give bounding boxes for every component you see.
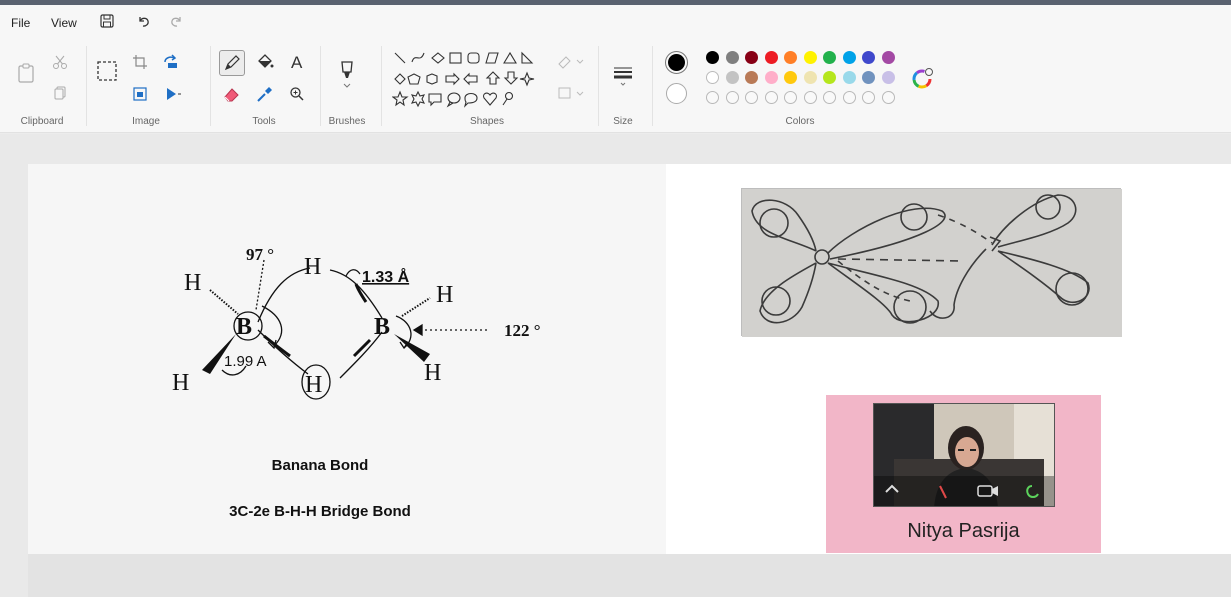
diborane-structure-diagram: H H H H H H B B 97 ° 122 ° 1.33 Å 1.99 A [172, 245, 541, 400]
divider [598, 46, 599, 126]
color-swatch[interactable] [706, 91, 719, 104]
video-participant-tile[interactable]: Nitya Pasrija [826, 395, 1101, 553]
fill-bucket-icon[interactable] [256, 53, 276, 73]
line-size-icon[interactable] [612, 62, 636, 86]
color-swatch[interactable] [881, 71, 895, 84]
group-label-size: Size [613, 116, 633, 127]
outline-icon[interactable] [556, 52, 584, 72]
color-swatch[interactable] [803, 51, 817, 64]
eraser-icon[interactable] [223, 86, 243, 106]
edit-colors-icon[interactable] [912, 67, 934, 89]
label-h-top-left: H [184, 270, 201, 296]
angle-arc-97 [261, 305, 283, 347]
brush-icon[interactable] [336, 60, 356, 88]
color-swatch[interactable] [823, 91, 836, 104]
group-label-clipboard: Clipboard [20, 116, 64, 127]
save-icon[interactable] [99, 13, 117, 31]
color-swatch[interactable] [823, 71, 836, 84]
participant-name: Nitya Pasrija [907, 520, 1020, 542]
color-swatch[interactable] [823, 51, 836, 64]
copy-icon[interactable] [52, 85, 72, 105]
orbital-sketch-photo [741, 188, 1122, 337]
color-swatch[interactable] [842, 71, 856, 84]
color-swatch[interactable] [803, 71, 817, 84]
divider [320, 46, 321, 126]
divider [381, 46, 382, 126]
paste-icon[interactable] [16, 62, 36, 83]
group-label-image: Image [132, 116, 160, 127]
color-swatch[interactable] [862, 91, 875, 104]
menu-view[interactable]: View [51, 16, 77, 30]
label-b-right: B [374, 314, 390, 340]
menu-file[interactable]: File [11, 16, 30, 30]
caption-bridge-bond: 3C-2e B-H-H Bridge Bond [229, 503, 411, 520]
label-angle-122: 122 ° [504, 321, 541, 340]
group-label-colors: Colors [785, 116, 815, 127]
participant-video-feed [873, 403, 1055, 507]
color-swatch[interactable] [784, 91, 797, 104]
label-bond-133: 1.33 Å [362, 267, 410, 286]
magnifier-icon[interactable] [289, 86, 309, 106]
color-swatch[interactable] [725, 71, 739, 84]
caption-banana-bond: Banana Bond [271, 457, 369, 474]
shapes-gallery[interactable] [392, 50, 538, 114]
pencil-icon[interactable] [219, 50, 245, 76]
secondary-color-swatch[interactable] [666, 83, 687, 104]
fill-icon[interactable] [556, 84, 584, 104]
paint-app-window: File View Clipboard Image A Tools Brushe… [0, 0, 1231, 597]
crop-icon[interactable] [132, 54, 152, 74]
redo-icon[interactable] [168, 13, 186, 31]
color-picker-icon[interactable] [256, 86, 276, 106]
label-b-left: B [236, 314, 252, 340]
divider [652, 46, 653, 126]
primary-color-swatch[interactable] [665, 51, 688, 74]
undo-icon[interactable] [136, 13, 154, 31]
label-h-bridge-top: H [304, 254, 321, 280]
label-bond-199: 1.99 A [224, 353, 267, 370]
primary-color-fill [668, 54, 685, 71]
color-swatch[interactable] [803, 91, 817, 104]
label-angle-97: 97 ° [246, 245, 274, 264]
color-swatch[interactable] [706, 71, 719, 84]
flip-icon[interactable] [164, 86, 184, 106]
rotate-icon[interactable] [162, 54, 182, 74]
color-swatch[interactable] [862, 51, 875, 64]
color-swatch[interactable] [881, 51, 895, 64]
label-h-bottom-right: H [424, 360, 441, 386]
divider [86, 46, 87, 126]
color-swatch[interactable] [745, 91, 758, 104]
color-swatch[interactable] [745, 71, 758, 84]
label-h-bridge-bottom: H [305, 372, 322, 398]
color-swatch[interactable] [881, 91, 895, 104]
color-swatch[interactable] [842, 51, 856, 64]
group-label-tools: Tools [252, 116, 276, 127]
color-swatch[interactable] [842, 91, 856, 104]
color-swatch[interactable] [784, 71, 797, 84]
color-swatch[interactable] [745, 51, 758, 64]
ribbon-toolbar: Clipboard Image A Tools Brushes Shapes S… [0, 38, 1231, 133]
color-swatch[interactable] [784, 51, 797, 64]
color-swatch[interactable] [764, 91, 778, 104]
label-h-top-right: H [436, 282, 453, 308]
label-h-bottom-left: H [172, 370, 189, 396]
bond-left-to-bridge-top [257, 267, 311, 323]
color-swatch[interactable] [764, 51, 778, 64]
menu-bar: File View [0, 5, 1231, 38]
color-swatch[interactable] [706, 51, 719, 64]
color-swatch[interactable] [725, 51, 739, 64]
divider [210, 46, 211, 126]
select-icon[interactable] [96, 60, 117, 81]
color-swatch[interactable] [862, 71, 875, 84]
text-icon[interactable]: A [289, 52, 309, 72]
color-swatch[interactable] [764, 71, 778, 84]
resize-icon[interactable] [132, 86, 152, 106]
svg-text:A: A [291, 53, 303, 72]
canvas-bottom-strip [28, 554, 1231, 597]
cut-icon[interactable] [52, 54, 72, 74]
group-label-shapes: Shapes [470, 116, 504, 127]
color-swatch[interactable] [725, 91, 739, 104]
group-label-brushes: Brushes [328, 116, 366, 127]
